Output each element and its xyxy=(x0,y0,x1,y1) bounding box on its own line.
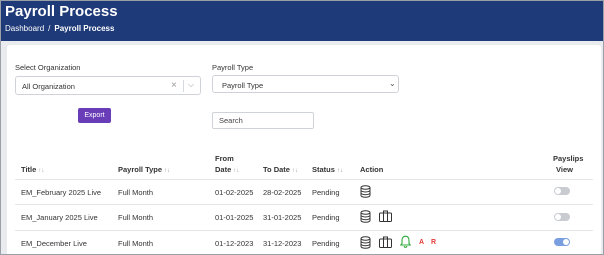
row1-to-date: 28-02-2025 xyxy=(263,188,302,197)
sort-icon: ↑↓ xyxy=(336,168,343,174)
reject-action[interactable]: R xyxy=(431,239,436,246)
column-header-payslips-view: View xyxy=(556,165,573,174)
search-input[interactable]: Search xyxy=(212,112,314,129)
header-divider xyxy=(15,179,593,180)
page-title: Payroll Process xyxy=(5,3,118,20)
row2-payslips-toggle[interactable] xyxy=(554,213,570,221)
toggle-knob xyxy=(563,239,569,245)
approve-action[interactable]: A xyxy=(419,239,424,246)
breadcrumb-separator: / xyxy=(48,24,51,33)
row1-payslips-toggle[interactable] xyxy=(554,187,570,195)
payroll-type-label: Payroll Type xyxy=(212,63,254,72)
column-header-payroll-type[interactable]: Payroll Type ↑↓ xyxy=(118,165,170,174)
row-divider xyxy=(15,230,593,231)
database-icon[interactable] xyxy=(360,236,371,249)
sort-icon: ↑↓ xyxy=(38,168,45,174)
chevron-down-icon[interactable]: ⌵ xyxy=(188,80,194,90)
sort-icon: ↑↓ xyxy=(164,168,171,174)
row3-title: EM_December Live xyxy=(21,239,87,248)
column-header-status-label: Status xyxy=(312,165,335,174)
row3-to-date: 31-12-2023 xyxy=(263,239,302,248)
breadcrumb-dashboard-link[interactable]: Dashboard xyxy=(5,24,44,33)
column-header-action: Action xyxy=(360,165,384,174)
row2-from-date: 01-01-2025 xyxy=(215,213,254,222)
row2-title: EM_January 2025 Live xyxy=(21,213,98,222)
row2-status: Pending xyxy=(312,213,340,222)
export-button[interactable]: Export xyxy=(78,108,111,123)
bell-icon[interactable] xyxy=(400,235,411,248)
column-header-to-date-label: To Date xyxy=(263,165,290,174)
briefcase-icon[interactable] xyxy=(379,236,392,248)
breadcrumb-current: Payroll Process xyxy=(54,24,115,33)
row3-status: Pending xyxy=(312,239,340,248)
toggle-knob xyxy=(555,214,561,220)
sort-icon: ↑↓ xyxy=(291,168,298,174)
row2-to-date: 31-01-2025 xyxy=(263,213,302,222)
column-header-title[interactable]: Title ↑↓ xyxy=(21,165,44,174)
chevron-down-icon: ⌄ xyxy=(389,79,396,88)
row3-payslips-toggle[interactable] xyxy=(554,238,570,246)
organization-label: Select Organization xyxy=(15,63,81,72)
row2-payroll-type: Full Month xyxy=(118,213,154,222)
column-header-payroll-type-label: Payroll Type xyxy=(118,165,163,174)
payroll-type-select-value: Payroll Type xyxy=(222,81,264,90)
organization-select-value: All Organization xyxy=(22,82,75,91)
row1-from-date: 01-02-2025 xyxy=(215,188,254,197)
app-window: Payroll Process Dashboard / Payroll Proces… xyxy=(0,0,604,255)
row1-status: Pending xyxy=(312,188,340,197)
column-header-from-date-label: Date xyxy=(215,165,232,174)
database-icon[interactable] xyxy=(360,210,371,223)
column-header-from-date-line1[interactable]: From xyxy=(215,154,234,163)
row1-title: EM_February 2025 Live xyxy=(21,188,102,197)
toggle-knob xyxy=(555,188,561,194)
row3-payroll-type: Full Month xyxy=(118,239,154,248)
row3-from-date: 01-12-2023 xyxy=(215,239,254,248)
clear-icon[interactable]: × xyxy=(171,80,177,91)
database-icon[interactable] xyxy=(360,185,371,198)
row-divider xyxy=(15,204,593,205)
page-header: Payroll Process Dashboard / Payroll Proces… xyxy=(1,1,603,41)
briefcase-icon[interactable] xyxy=(379,210,392,222)
column-header-status[interactable]: Status ↑↓ xyxy=(312,165,343,174)
organization-select[interactable]: All Organization × ⌵ xyxy=(15,76,201,95)
sort-icon: ↑↓ xyxy=(233,168,240,174)
payroll-type-select[interactable]: Payroll Type ⌄ xyxy=(212,75,399,93)
column-header-payslips-line1: Payslips xyxy=(553,154,584,163)
row1-payroll-type: Full Month xyxy=(118,188,154,197)
column-header-from-date[interactable]: Date ↑↓ xyxy=(215,165,239,174)
breadcrumb: Dashboard / Payroll Process xyxy=(5,24,114,33)
column-header-title-label: Title xyxy=(21,165,37,174)
column-header-to-date[interactable]: To Date ↑↓ xyxy=(263,165,298,174)
select-divider xyxy=(183,80,184,92)
